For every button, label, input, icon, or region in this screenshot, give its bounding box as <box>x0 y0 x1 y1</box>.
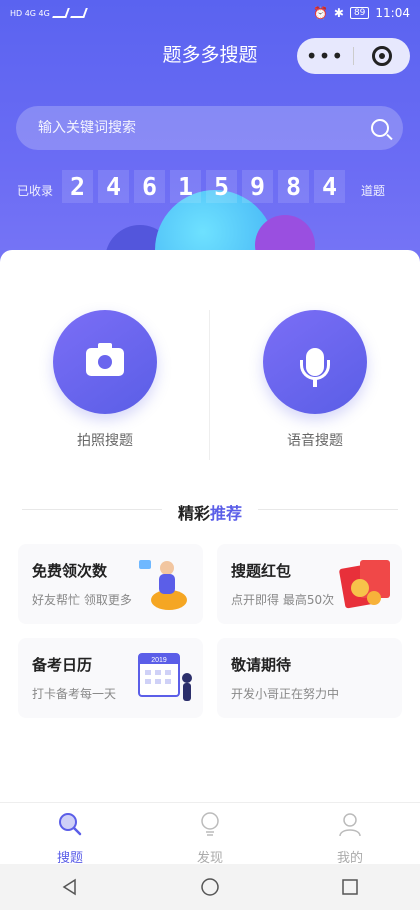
feature-card-coming-soon[interactable]: 敬请期待 开发小哥正在努力中 <box>217 638 402 718</box>
counter-prefix: 已收录 <box>17 184 54 198</box>
counter-suffix: 道题 <box>361 184 386 198</box>
search-input[interactable] <box>38 120 371 136</box>
voice-search-label: 语音搜题 <box>287 433 343 449</box>
divider <box>22 509 162 510</box>
feature-card-exam-calendar[interactable]: 备考日历 打卡备考每一天 2019 <box>18 638 203 718</box>
search-bar[interactable] <box>16 106 403 150</box>
feature-title: 敬请期待 <box>231 656 292 674</box>
tab-discover[interactable]: 发现 <box>140 803 280 866</box>
calendar-2019-illustration: 2019 <box>138 653 192 701</box>
recents-icon[interactable] <box>340 877 360 897</box>
main-card: 拍照搜题 语音搜题 精彩推荐 免费领次数 好友帮忙 领取更多 搜题红包 点开即得… <box>0 250 420 802</box>
signal-icon <box>52 8 70 18</box>
lightbulb-icon <box>201 812 219 836</box>
status-bar: HD 4G 4G ⏰ ✱ 89 11:04 <box>0 0 420 28</box>
feature-card-red-envelope[interactable]: 搜题红包 点开即得 最高50次 <box>217 544 402 624</box>
counter-digit: 2 <box>62 170 93 203</box>
more-icon[interactable]: ••• <box>297 46 353 66</box>
counter-digit: 5 <box>206 170 237 203</box>
section-title: 精彩推荐 <box>177 504 243 523</box>
counter-digit: 1 <box>170 170 201 203</box>
home-icon[interactable] <box>200 877 220 897</box>
miniprogram-capsule: ••• <box>297 38 410 74</box>
camera-icon <box>86 343 124 376</box>
question-counter: 已收录 2 4 6 1 5 9 8 4 道题 <box>0 170 420 206</box>
search-icon[interactable] <box>371 119 389 137</box>
microphone-icon <box>300 348 330 387</box>
alarm-icon: ⏰ <box>312 6 328 20</box>
target-icon <box>372 46 392 66</box>
person-sitting-illustration <box>139 560 187 610</box>
close-miniprogram-button[interactable] <box>354 46 410 66</box>
person-icon <box>339 813 361 837</box>
search-modes: 拍照搜题 语音搜题 <box>0 310 420 460</box>
counter-digit: 8 <box>278 170 309 203</box>
counter-digit: 4 <box>314 170 345 203</box>
clock: 11:04 <box>375 6 410 20</box>
voice-search-button[interactable]: 语音搜题 <box>210 310 420 450</box>
tab-profile[interactable]: 我的 <box>280 803 420 866</box>
signal-icon <box>70 8 88 18</box>
svg-text:2019: 2019 <box>151 657 167 664</box>
counter-digit: 4 <box>98 170 129 203</box>
photo-search-button[interactable]: 拍照搜题 <box>0 310 210 450</box>
voice-search-circle[interactable] <box>263 310 367 414</box>
section-heading: 精彩推荐 <box>0 500 420 524</box>
feature-card-free-credits[interactable]: 免费领次数 好友帮忙 领取更多 <box>18 544 203 624</box>
photo-search-label: 拍照搜题 <box>77 433 133 449</box>
counter-digit: 6 <box>134 170 165 203</box>
counter-digits: 2 4 6 1 5 9 8 4 <box>62 170 345 203</box>
battery-icon: 89 <box>349 7 370 19</box>
tab-bar: 搜题 发现 我的 <box>0 802 420 866</box>
bluetooth-icon: ✱ <box>333 6 344 20</box>
counter-digit: 9 <box>242 170 273 203</box>
system-nav-bar <box>0 864 420 910</box>
signal-indicators: HD 4G 4G <box>10 8 88 18</box>
back-icon[interactable] <box>60 877 80 897</box>
network-label: HD 4G 4G <box>10 8 50 18</box>
divider <box>258 509 398 510</box>
feature-subtitle: 开发小哥正在努力中 <box>231 687 340 701</box>
tab-search[interactable]: 搜题 <box>0 803 140 866</box>
search-icon <box>59 813 82 836</box>
photo-search-circle[interactable] <box>53 310 157 414</box>
red-envelope-illustration <box>339 560 390 609</box>
